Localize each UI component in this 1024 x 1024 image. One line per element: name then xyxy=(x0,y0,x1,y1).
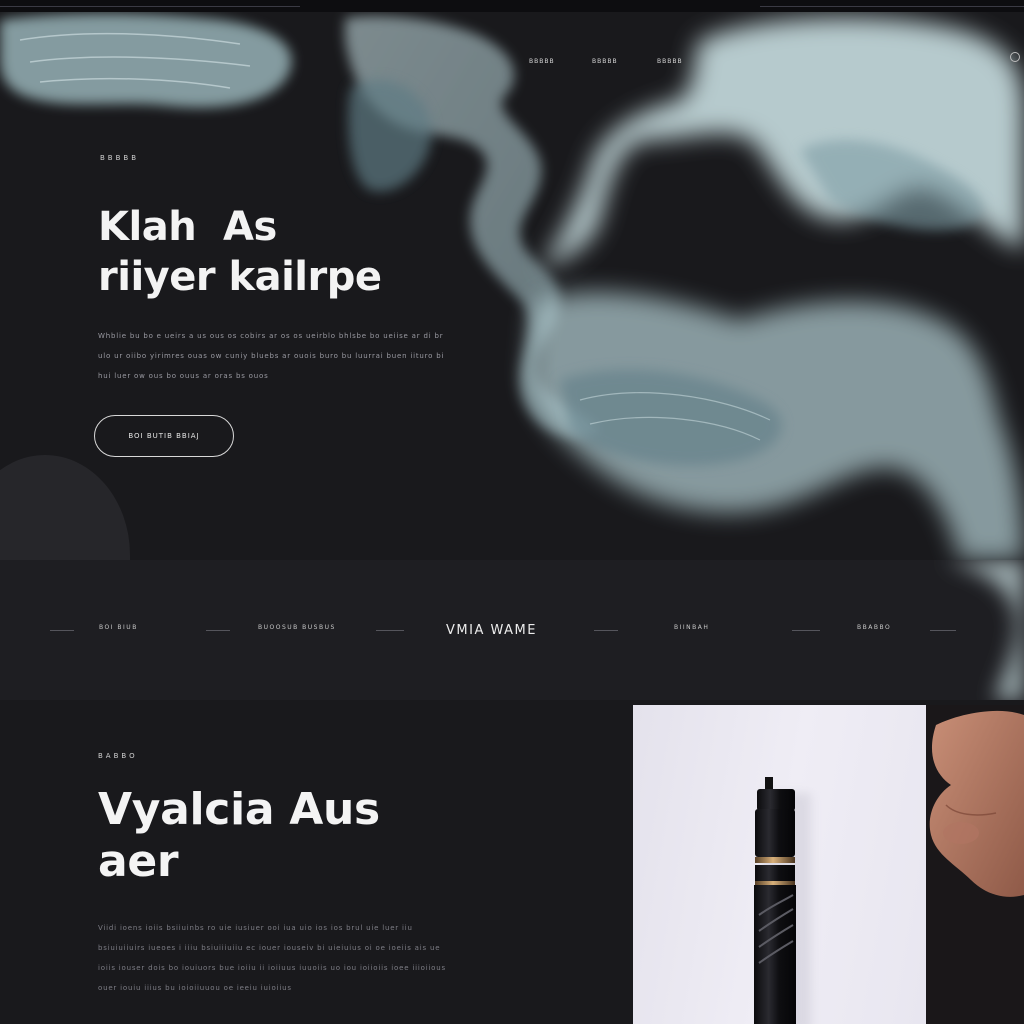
product-section: BABBO Vyalcia Aus aer Viidi ioens ioiis … xyxy=(0,700,1024,1024)
circle-icon[interactable] xyxy=(1010,52,1020,62)
hero-paragraph: Whblie bu bo e ueirs a us ous os cobirs … xyxy=(98,332,445,380)
top-bar-line-left xyxy=(0,6,300,7)
smoke-trail xyxy=(944,560,1024,700)
strip-rule xyxy=(594,630,618,631)
strip-rule xyxy=(206,630,230,631)
nav-link-3[interactable]: BBBBB xyxy=(657,58,683,65)
section2-title-line2: aer xyxy=(98,836,179,887)
strip-item-2[interactable]: BUOOSUB BUSBUS xyxy=(258,624,336,631)
strip-item-1[interactable]: BOI BIUB xyxy=(99,624,138,631)
strip-brand-name: VMIA WAME xyxy=(446,623,537,638)
strip-rule xyxy=(50,630,74,631)
vape-pen-image xyxy=(754,777,811,1024)
section2-paragraph: Viidi ioens ioiis bsiiuinbs ro uie iusiu… xyxy=(98,924,446,992)
strip-rule xyxy=(376,630,404,631)
top-nav: BBBBB BBBBB BBBBB xyxy=(0,58,1024,72)
hero-cta-button[interactable]: BOI BUTIB BBIAJ xyxy=(94,415,234,457)
nav-link-2[interactable]: BBBBB xyxy=(592,58,618,65)
hand-image xyxy=(926,705,1024,1024)
hero-title-line2: riiyer kailrpe xyxy=(98,254,382,300)
strip-rule xyxy=(792,630,820,631)
section2-title-line1: Vyalcia Aus xyxy=(98,784,380,835)
hero-title-line1: Klah As xyxy=(98,204,277,250)
browser-top-bar xyxy=(0,0,1024,12)
product-card[interactable] xyxy=(633,705,926,1024)
top-bar-line-right xyxy=(760,6,1024,7)
hero-section: BBBBB BBBBB BBBBB BBBBB Klah As riiyer k… xyxy=(0,12,1024,560)
strip-item-4[interactable]: BBABBO xyxy=(857,624,891,631)
brand-strip: BOI BIUB BUOOSUB BUSBUS VMIA WAME BIINBA… xyxy=(0,560,1024,700)
hero-eyebrow: BBBBB xyxy=(100,154,140,162)
section2-title: Vyalcia Aus aer xyxy=(98,784,380,888)
section2-eyebrow: BABBO xyxy=(98,752,138,760)
hero-title: Klah As riiyer kailrpe xyxy=(98,202,382,302)
strip-item-3[interactable]: BIINBAH xyxy=(674,624,709,631)
nav-link-1[interactable]: BBBBB xyxy=(529,58,555,65)
